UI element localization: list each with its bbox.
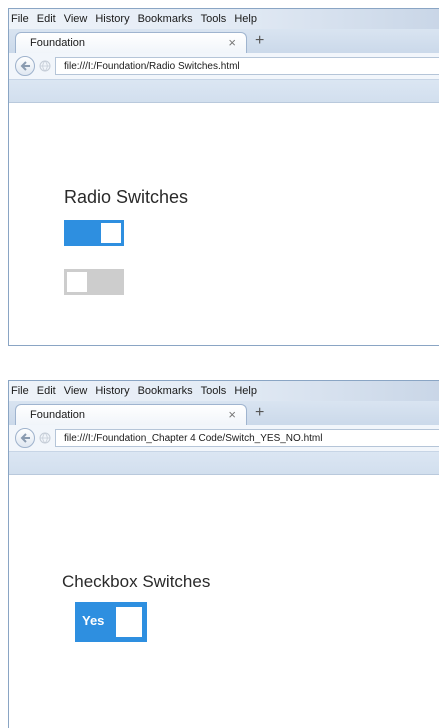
url-bar[interactable]: file:///I:/Foundation_Chapter 4 Code/Swi…: [55, 429, 439, 447]
back-button[interactable]: [15, 428, 35, 448]
menu-file[interactable]: File: [11, 13, 29, 25]
tab-strip: Foundation × +: [9, 401, 439, 425]
menu-history[interactable]: History: [95, 385, 129, 397]
tab-foundation[interactable]: Foundation ×: [15, 404, 247, 425]
switch-knob: [101, 223, 121, 243]
close-icon[interactable]: ×: [228, 407, 236, 422]
tab-title: Foundation: [30, 409, 86, 421]
browser-window-checkbox: File Edit View History Bookmarks Tools H…: [8, 380, 439, 728]
menu-file[interactable]: File: [11, 385, 29, 397]
menu-bookmarks[interactable]: Bookmarks: [138, 13, 193, 25]
menu-edit[interactable]: Edit: [37, 13, 56, 25]
menu-edit[interactable]: Edit: [37, 385, 56, 397]
url-text: file:///I:/Foundation_Chapter 4 Code/Swi…: [64, 433, 323, 444]
globe-icon: [39, 432, 51, 444]
switch-knob: [67, 272, 87, 292]
menu-view[interactable]: View: [64, 385, 88, 397]
menu-help[interactable]: Help: [234, 385, 257, 397]
radio-switch-on[interactable]: [64, 220, 124, 246]
tab-title: Foundation: [30, 37, 86, 49]
menu-bar: File Edit View History Bookmarks Tools H…: [9, 381, 439, 401]
checkbox-switch-yes[interactable]: Yes: [75, 602, 147, 642]
back-arrow-icon: [20, 61, 30, 71]
radio-switch-off[interactable]: [64, 269, 124, 295]
browser-window-radio: File Edit View History Bookmarks Tools H…: [8, 8, 439, 346]
menu-tools[interactable]: Tools: [201, 13, 227, 25]
page-content: Checkbox Switches Yes: [9, 475, 439, 728]
menu-bookmarks[interactable]: Bookmarks: [138, 385, 193, 397]
bookmarks-toolbar: [9, 80, 439, 103]
page-title: Radio Switches: [64, 187, 189, 207]
navigation-bar: file:///I:/Foundation_Chapter 4 Code/Swi…: [9, 425, 439, 452]
page-title: Checkbox Switches: [62, 572, 211, 591]
new-tab-button[interactable]: +: [255, 404, 264, 422]
back-button[interactable]: [15, 56, 35, 76]
switch-label: Yes: [82, 613, 105, 628]
menu-help[interactable]: Help: [234, 13, 257, 25]
url-text: file:///I:/Foundation/Radio Switches.htm…: [64, 61, 240, 72]
menu-tools[interactable]: Tools: [201, 385, 227, 397]
navigation-bar: file:///I:/Foundation/Radio Switches.htm…: [9, 53, 439, 80]
new-tab-button[interactable]: +: [255, 32, 264, 50]
menu-view[interactable]: View: [64, 13, 88, 25]
tab-foundation[interactable]: Foundation ×: [15, 32, 247, 53]
tab-strip: Foundation × +: [9, 29, 439, 53]
url-bar[interactable]: file:///I:/Foundation/Radio Switches.htm…: [55, 57, 439, 75]
back-arrow-icon: [20, 433, 30, 443]
switch-knob: [116, 607, 142, 637]
globe-icon: [39, 60, 51, 72]
menu-history[interactable]: History: [95, 13, 129, 25]
bookmarks-toolbar: [9, 452, 439, 475]
close-icon[interactable]: ×: [228, 35, 236, 50]
page-content: Radio Switches: [9, 103, 439, 345]
menu-bar: File Edit View History Bookmarks Tools H…: [9, 9, 439, 29]
